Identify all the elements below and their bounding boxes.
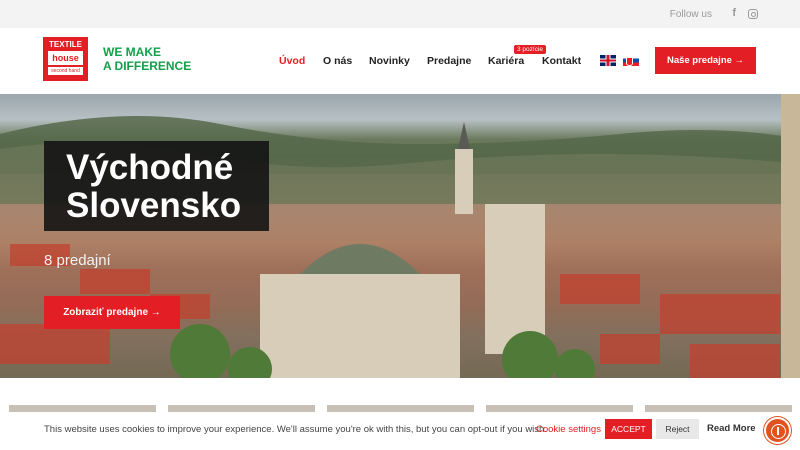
cookie-message: This website uses cookies to improve you… [44,424,547,435]
follow-us-label: Follow us [669,9,712,20]
nav-novinky[interactable]: Novinky [369,55,410,67]
nav-kariera[interactable]: Kariéra [488,55,524,67]
slogan-line-1: WE MAKE [103,45,161,59]
cookie-banner: This website uses cookies to improve you… [0,412,800,450]
hero-city-image [0,116,800,378]
hero-banner [0,94,800,378]
slogan-line-2: A DIFFERENCE [103,59,192,73]
top-bar: Follow us f [0,0,800,28]
logo-text-house: house [48,51,83,65]
site-header: TEXTILE house second hand WE MAKE A DIFF… [0,28,800,94]
cookie-accept-button[interactable]: ACCEPT [605,419,652,439]
show-stores-button[interactable]: Zobraziť predajne → [44,296,180,329]
hero-title-line-2: Slovensko [66,186,242,225]
flag-en-icon[interactable] [600,55,616,66]
nav-kontakt[interactable]: Kontakt [542,55,581,67]
nav-predajne[interactable]: Predajne [427,55,471,67]
hero-store-count: 8 predajní [44,252,111,269]
our-stores-button[interactable]: Naše predajne → [655,47,756,74]
flag-sk-icon[interactable] [623,55,639,66]
hero-title-line-1: Východné [66,148,234,187]
nav-uvod[interactable]: Úvod [279,55,305,67]
instagram-icon[interactable] [748,9,758,19]
textile-house-logo[interactable]: TEXTILE house second hand [43,37,88,81]
hero-right-edge [781,94,800,378]
slogan: WE MAKE A DIFFERENCE [103,45,191,73]
cookie-settings-link[interactable]: Cookie settings [536,424,601,435]
nav-o-nas[interactable]: O nás [323,55,352,67]
facebook-icon[interactable]: f [732,7,736,19]
career-positions-badge: 3 pozície [514,45,547,54]
accessibility-icon[interactable] [764,417,791,444]
cookie-read-more-link[interactable]: Read More [707,423,756,434]
cookie-reject-button[interactable]: Reject [656,419,699,439]
logo-text-textile: TEXTILE [49,40,82,49]
hero-title: Východné Slovensko [66,149,241,225]
logo-text-second-hand: second hand [48,67,83,75]
